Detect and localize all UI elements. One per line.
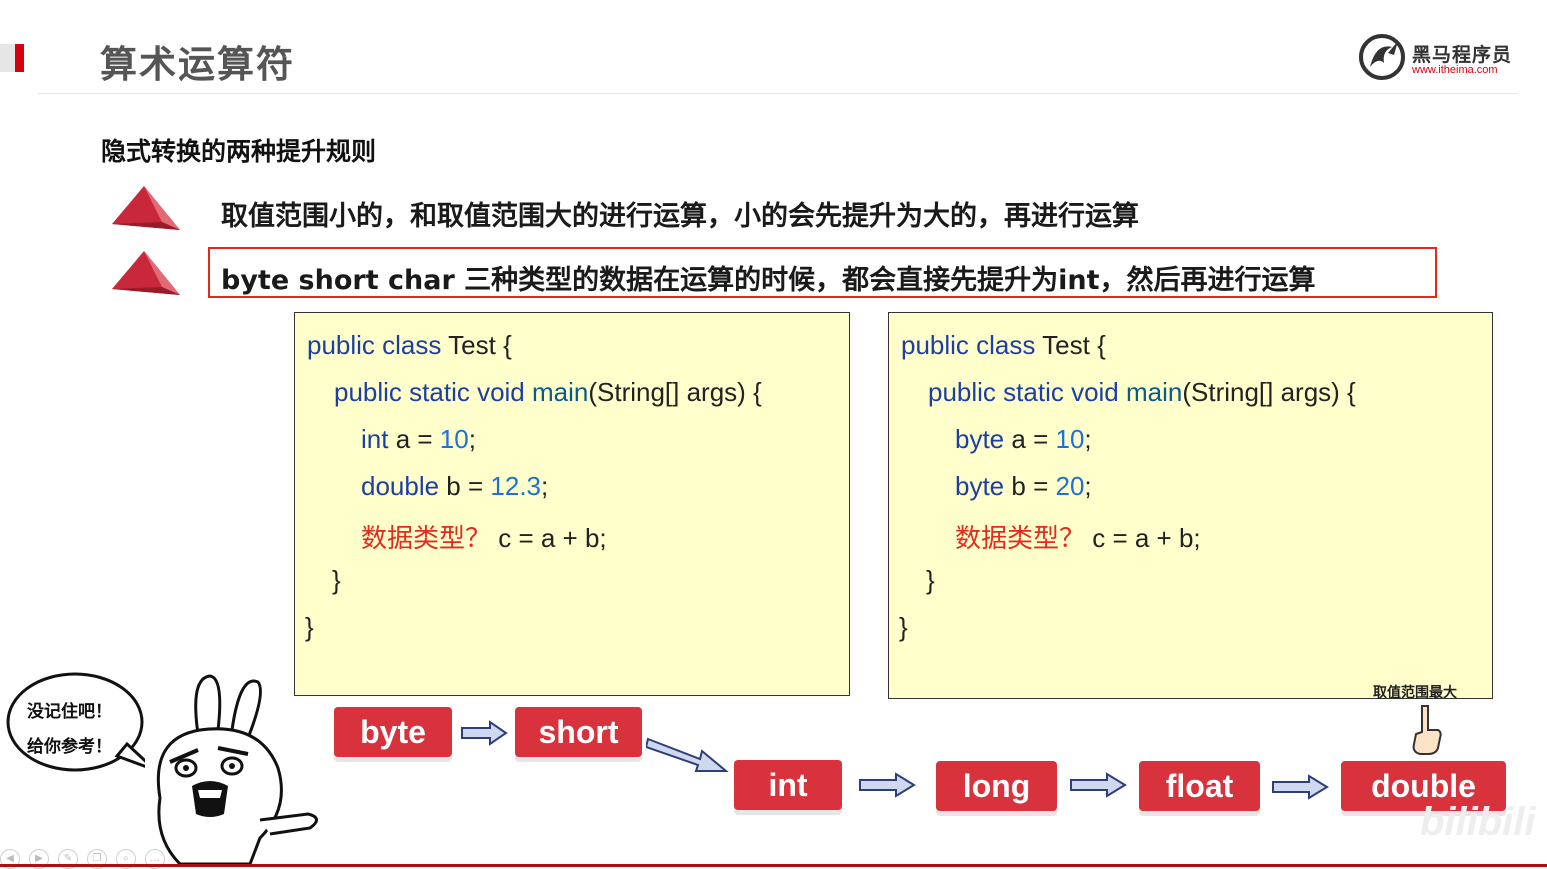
code-line: } [332,565,341,595]
rule-2-text: byte short char 三种类型的数据在运算的时候，都会直接先提升为in… [221,265,1316,296]
code-box-right: public class Test { public static void m… [888,312,1493,701]
rabbit-cartoon [156,674,318,864]
type-box-float: float [1139,761,1260,811]
type-box-short: short [515,707,642,757]
accent-bar [15,44,24,72]
code-line: byte a = 10; [955,424,1092,454]
logo-url: www.itheima.com [1412,64,1498,76]
code-line: int a = 10; [361,424,476,454]
code-line: 数据类型？ c = a + b; [955,523,1201,553]
type-box-byte: byte [334,707,452,757]
title-divider [38,93,1518,94]
type-box-long: long [936,761,1057,811]
arrow-diagonal-icon [646,737,729,772]
arrow-right-icon [1272,774,1329,800]
code-line: } [899,612,908,642]
pyramid-icon [112,251,180,295]
arrow-right-icon [1070,772,1127,798]
type-box-int: int [734,760,842,810]
player-toolbar: ◀ ▶ ✎ ❐ ⌕… [0,846,174,869]
accent-bar-shadow [0,44,15,72]
pointing-hand-icon [1412,705,1442,755]
code-line: public static void main(String[] args) { [334,377,762,407]
section-subtitle: 隐式转换的两种提升规则 [101,137,377,166]
bubble-line-1: 没记住吧！ [27,702,112,722]
code-line: } [305,612,314,642]
pyramid-icon [112,186,180,230]
code-line: double b = 12.3; [361,471,549,501]
max-range-label: 取值范围最大 [1373,685,1457,701]
bilibili-watermark: bilibili [1420,800,1536,844]
bubble-line-2: 给你参考！ [27,737,112,757]
page-title: 算术运算符 [100,43,295,86]
code-line: 数据类型？ c = a + b; [361,523,607,553]
code-line: public static void main(String[] args) { [928,377,1356,407]
code-box-left: public class Test { public static void m… [294,312,850,696]
logo-text: 黑马程序员 [1412,44,1513,66]
code-line: public class Test { [307,330,512,360]
arrow-right-icon [461,720,508,746]
code-line: byte b = 20; [955,471,1092,501]
code-line: public class Test { [901,330,1106,360]
rule-1-text: 取值范围小的，和取值范围大的进行运算，小的会先提升为大的，再进行运算 [221,201,1139,232]
arrow-right-icon [859,772,916,798]
code-line: } [926,565,935,595]
speech-bubble [6,672,145,772]
